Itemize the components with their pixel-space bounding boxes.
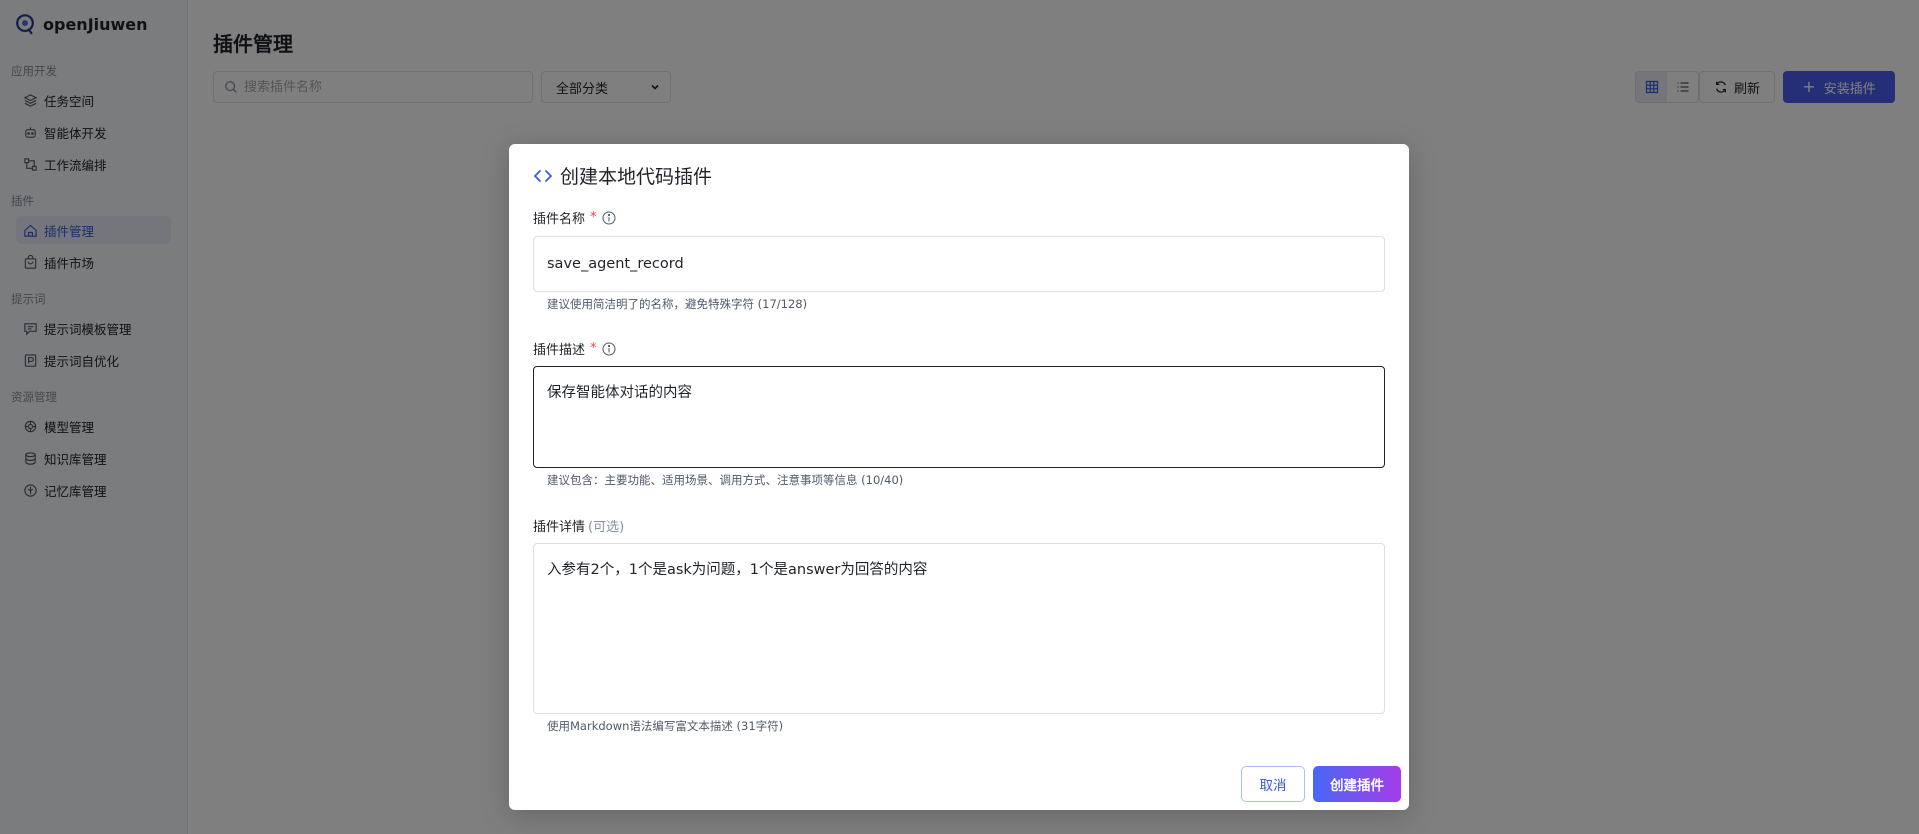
dialog-title: 创建本地代码插件 [533,162,712,189]
name-field-hint: 建议使用简洁明了的名称，避免特殊字符 (17/128) [547,297,808,311]
label-text: 插件描述 [533,343,586,358]
create-plugin-button[interactable]: 创建插件 [1313,766,1401,802]
cancel-button[interactable]: 取消 [1241,766,1305,802]
plugin-description-textarea[interactable]: 保存智能体对话的内容 [533,366,1385,468]
plugin-detail-textarea[interactable]: 入参有2个，1个是ask为问题，1个是answer为回答的内容 [533,543,1385,714]
required-mark: * [590,341,597,356]
desc-field-label: 插件描述 * [533,339,616,358]
plugin-name-input[interactable]: save_agent_record [533,236,1385,292]
dialog-title-text: 创建本地代码插件 [560,166,713,188]
detail-field-hint: 使用Markdown语法编写富文本描述 (31字符) [547,719,784,733]
plugin-description-value: 保存智能体对话的内容 [547,385,692,401]
info-icon[interactable] [602,342,616,356]
info-icon[interactable] [602,211,616,225]
plugin-detail-value: 入参有2个，1个是ask为问题，1个是answer为回答的内容 [547,562,928,578]
label-text: 插件名称 [533,212,586,227]
optional-mark: (可选) [588,520,625,535]
label-text: 插件详情 [533,520,586,535]
create-plugin-dialog: 创建本地代码插件 插件名称 * save_agent_record 建议使用简洁… [509,144,1409,810]
detail-field-label: 插件详情 (可选) [533,516,624,535]
required-mark: * [590,210,597,225]
code-icon [534,169,552,182]
desc-field-hint: 建议包含：主要功能、适用场景、调用方式、注意事项等信息 (10/40) [547,473,904,487]
name-field-label: 插件名称 * [533,208,616,227]
plugin-name-value: save_agent_record [547,256,684,272]
